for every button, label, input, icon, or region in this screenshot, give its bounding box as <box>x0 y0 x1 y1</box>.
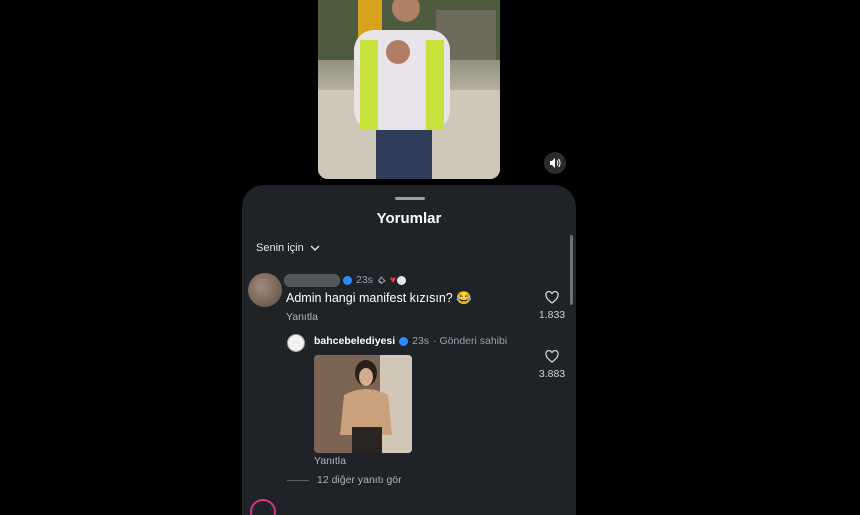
comments-sheet: Yorumlar Senin için 23s ♥ Admin hangi ma… <box>242 185 576 515</box>
verified-badge-icon <box>343 275 352 285</box>
comment-text: Admin hangi manifest kızısın? 😂 <box>286 291 472 305</box>
author-tag: · Gönderi sahibi <box>433 335 508 347</box>
video-player[interactable] <box>318 0 500 179</box>
blurred-username <box>284 274 340 287</box>
view-more-label: 12 diğer yanıtı gör <box>317 474 402 486</box>
volume-icon <box>550 158 561 168</box>
reply-button[interactable]: Yanıtla <box>314 455 346 467</box>
sort-filter[interactable]: Senin için <box>256 242 320 254</box>
verified-badge-icon <box>399 336 409 346</box>
comment-time: 23s <box>356 274 373 286</box>
chevron-down-icon <box>310 245 320 251</box>
commenter-avatar[interactable] <box>248 273 282 307</box>
reply-image[interactable] <box>314 355 412 453</box>
mute-button[interactable] <box>544 152 566 174</box>
photo-content <box>314 355 412 453</box>
heart-outline-icon <box>545 291 559 304</box>
drag-handle[interactable] <box>395 197 425 200</box>
sheet-title: Yorumlar <box>376 210 442 227</box>
reply-time: 23s <box>412 335 430 347</box>
comment-like-count: 1.833 <box>538 309 566 321</box>
view-more-replies[interactable]: 12 diğer yanıtı gör <box>287 474 402 486</box>
divider <box>287 479 309 481</box>
reply-like-count: 3.883 <box>538 368 566 380</box>
comment-meta: 23s ♥ <box>343 274 406 286</box>
creator-liked-icon: ♥ <box>390 275 406 286</box>
reply-like[interactable]: 3.883 <box>534 350 570 380</box>
reply-username[interactable]: bahcebelediyesi <box>314 335 395 347</box>
scrollbar[interactable] <box>570 235 573 305</box>
next-commenter-avatar[interactable] <box>250 499 276 515</box>
reply-avatar[interactable] <box>287 334 305 352</box>
video-frame <box>318 0 500 179</box>
reply-meta: bahcebelediyesi 23s · Gönderi sahibi <box>314 335 507 347</box>
filter-label: Senin için <box>256 242 304 254</box>
comment-like[interactable]: 1.833 <box>534 291 570 321</box>
reply-button[interactable]: Yanıtla <box>286 311 318 323</box>
heart-outline-icon <box>545 350 559 363</box>
pin-icon <box>377 275 386 284</box>
